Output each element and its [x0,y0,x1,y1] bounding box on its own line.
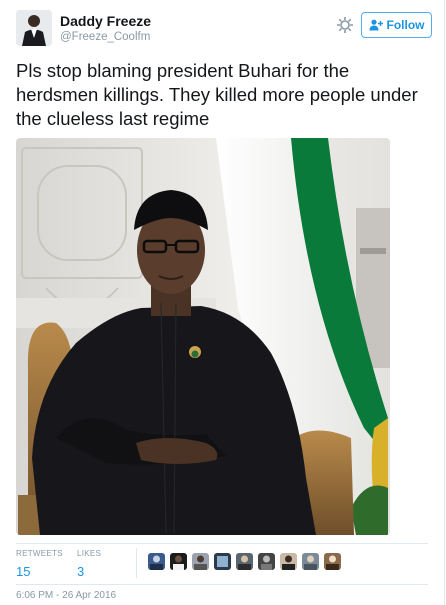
retweets-label: RETWEETS [16,549,63,558]
liker-avatar[interactable] [258,553,275,570]
liker-avatar[interactable] [302,553,319,570]
liker-avatar[interactable] [192,553,209,570]
stats-divider-bottom [16,584,428,585]
follow-button-label: Follow [386,18,425,32]
liker-avatar[interactable] [214,553,231,570]
user-avatar-icon [16,10,52,46]
likes-label: LIKES [77,549,102,558]
author-avatar[interactable] [16,10,52,46]
retweets-stat[interactable]: RETWEETS 15 [16,549,63,579]
liker-avatar[interactable] [148,553,165,570]
liker-avatar[interactable] [236,553,253,570]
tweet-card: Daddy Freeze @Freeze_Coolfm Follow Pls s… [0,0,445,605]
likes-count: 3 [77,564,85,579]
author-display-name[interactable]: Daddy Freeze [60,13,151,29]
author-handle[interactable]: @Freeze_Coolfm [60,31,150,43]
gear-icon[interactable] [334,14,356,36]
tweet-photo[interactable] [16,138,390,535]
follow-button[interactable]: Follow [361,12,432,38]
liker-avatar[interactable] [170,553,187,570]
stats-separator [136,548,137,578]
tweet-timestamp[interactable]: 6:06 PM - 26 Apr 2016 [16,590,116,601]
tweet-text: Pls stop blaming president Buhari for th… [16,60,418,129]
photo-illustration [16,138,390,535]
likes-stat[interactable]: LIKES 3 [77,549,101,579]
stats-divider-top [16,543,428,544]
liker-avatar[interactable] [280,553,297,570]
add-user-icon [369,19,383,31]
retweets-count: 15 [16,564,31,579]
liker-avatar[interactable] [324,553,341,570]
